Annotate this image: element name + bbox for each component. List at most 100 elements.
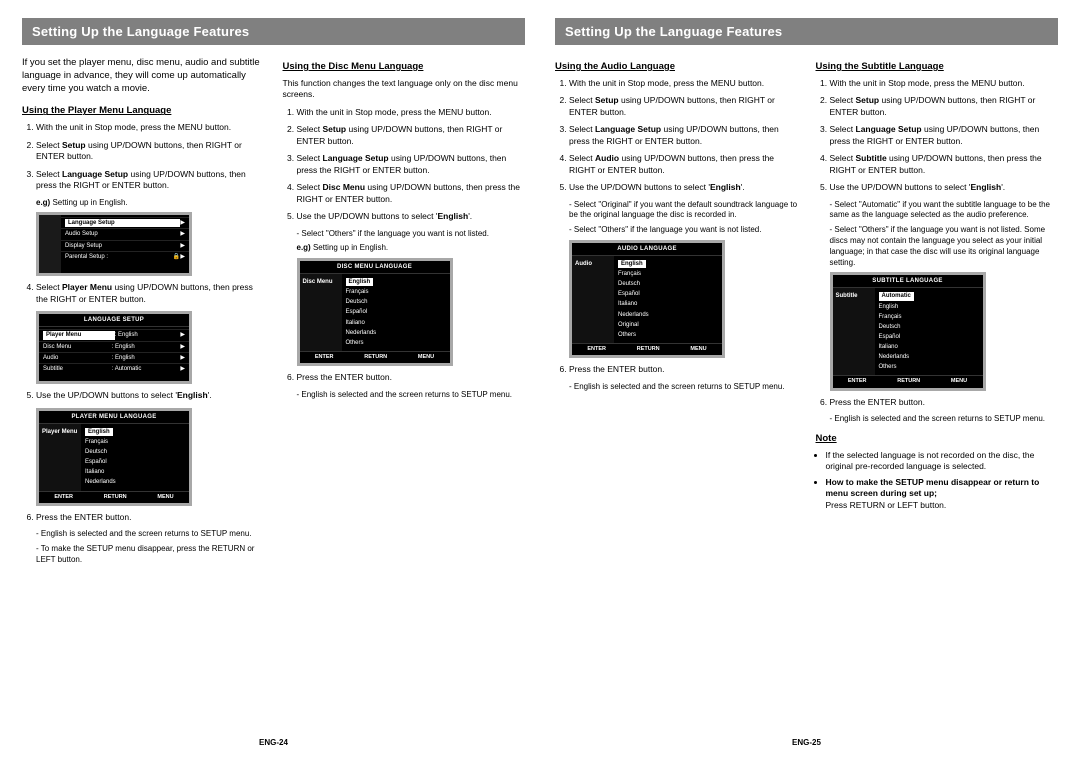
page-right: Setting Up the Language Features Using t… (555, 18, 1058, 747)
lock-icon: 🔒 (173, 253, 180, 261)
osd-opt: Deutsch (85, 447, 185, 457)
t: '. (208, 390, 212, 400)
t: English is selected and the screen retur… (301, 390, 512, 399)
step: Select Setup using UP/DOWN buttons, then… (830, 95, 1059, 118)
t: e.g) (297, 243, 313, 252)
osd-opt: Français (879, 312, 979, 322)
t: Audio (595, 153, 619, 163)
t: Select "Others" if the language you want… (830, 225, 1046, 266)
t: Setup (323, 124, 347, 134)
osd-audio-lang: AUDIO LANGUAGE Audio English Français De… (569, 240, 725, 358)
osd-opt: Français (85, 437, 185, 447)
osd-opt: Deutsch (618, 279, 718, 289)
t: English (177, 390, 208, 400)
osd-foot: MENU (690, 346, 706, 353)
t: '. (741, 182, 745, 192)
osd-player-menu-lang: PLAYER MENU LANGUAGE Player Menu English… (36, 408, 192, 506)
note-item: If the selected language is not recorded… (826, 450, 1059, 473)
step: Select Audio using UP/DOWN buttons, then… (569, 153, 798, 176)
osd-subtitle-lang: SUBTITLE LANGUAGE Subtitle Automatic Eng… (830, 272, 986, 390)
substep: - Select "Automatic" if you want the sub… (830, 200, 1059, 222)
t: Select "Original" if you want the defaul… (569, 200, 797, 220)
osd-opt: Others (618, 330, 718, 340)
t: Select (297, 124, 323, 134)
step: Press the ENTER button. (569, 364, 798, 375)
step: Use the UP/DOWN buttons to select 'Engli… (36, 390, 265, 401)
step: Press the ENTER button. (36, 512, 265, 523)
t: English (710, 182, 741, 192)
t: English is selected and the screen retur… (41, 529, 252, 538)
substep: - English is selected and the screen ret… (36, 529, 265, 540)
page-left: Setting Up the Language Features If you … (22, 18, 525, 747)
osd-title: AUDIO LANGUAGE (572, 243, 722, 256)
t: Setup (595, 95, 619, 105)
osd-foot: ENTER (587, 346, 606, 353)
t: Select (36, 140, 62, 150)
substep: - Select "Others" if the language you wa… (830, 225, 1059, 268)
t: How to make the SETUP menu disappear or … (826, 477, 1040, 498)
substep: - To make the SETUP menu disappear, pres… (36, 544, 265, 566)
osd-opt: Nederlands (879, 352, 979, 362)
osd-foot: RETURN (364, 354, 387, 361)
osd-selected: English (618, 260, 646, 268)
note-item: How to make the SETUP menu disappear or … (826, 477, 1059, 511)
t: Press RETURN or LEFT button. (826, 500, 947, 510)
substep: - Select "Others" if the language you wa… (297, 229, 526, 240)
substep: - English is selected and the screen ret… (569, 382, 798, 393)
t: Disc Menu (323, 182, 366, 192)
osd-opt: Italiano (879, 342, 979, 352)
step: Use the UP/DOWN buttons to select 'Engli… (830, 182, 1059, 193)
t: Setting up in English. (313, 243, 388, 252)
t: Language Setup (595, 124, 661, 134)
substep: - English is selected and the screen ret… (297, 390, 526, 401)
osd-foot: MENU (418, 354, 434, 361)
step: Select Language Setup using UP/DOWN butt… (36, 169, 265, 192)
substep: - English is selected and the screen ret… (830, 414, 1059, 425)
osd-opt: Deutsch (879, 322, 979, 332)
t: Select (297, 182, 323, 192)
step: Select Disc Menu using UP/DOWN buttons, … (297, 182, 526, 205)
osd-val: : Automatic (112, 365, 181, 373)
osd-row: Display Setup (65, 242, 180, 250)
t: Language Setup (323, 153, 389, 163)
t: Setup (856, 95, 880, 105)
osd-opt: Original (618, 320, 718, 330)
osd-opt: Español (879, 332, 979, 342)
col-player-menu: If you set the player menu, disc menu, a… (22, 57, 265, 730)
step: Select Setup using UP/DOWN buttons, then… (297, 124, 526, 147)
t: Language Setup (62, 169, 128, 179)
step: Use the UP/DOWN buttons to select 'Engli… (297, 211, 526, 222)
step: Select Language Setup using UP/DOWN butt… (569, 124, 798, 147)
t: Use the UP/DOWN buttons to select ' (569, 182, 710, 192)
step: With the unit in Stop mode, press the ME… (297, 107, 526, 118)
osd-opt: Others (879, 362, 979, 372)
example-label: e.g) Setting up in English. (297, 243, 526, 254)
osd-row: Player Menu (43, 331, 115, 339)
osd-title: SUBTITLE LANGUAGE (833, 275, 983, 288)
page-title-left: Setting Up the Language Features (22, 18, 525, 45)
lead-text: This function changes the text language … (283, 78, 526, 101)
t: Select "Others" if the language you want… (301, 229, 489, 238)
step: Use the UP/DOWN buttons to select 'Engli… (569, 182, 798, 193)
t: '. (1001, 182, 1005, 192)
osd-opt: Français (346, 287, 446, 297)
t: To make the SETUP menu disappear, press … (36, 544, 254, 564)
osd-foot: RETURN (897, 378, 920, 385)
osd-language-setup: LANGUAGE SETUP Player Menu: English▶ Dis… (36, 311, 192, 384)
note-heading: Note (816, 433, 1059, 446)
step: Select Language Setup using UP/DOWN butt… (830, 124, 1059, 147)
t: Select "Others" if the language you want… (574, 225, 762, 234)
osd-opt: Español (85, 457, 185, 467)
step: With the unit in Stop mode, press the ME… (830, 78, 1059, 89)
col-disc-menu: Using the Disc Menu Language This functi… (283, 57, 526, 730)
example-label: e.g) Setting up in English. (36, 198, 265, 209)
page-number-left: ENG-24 (22, 730, 525, 747)
t: Use the UP/DOWN buttons to select ' (830, 182, 971, 192)
osd-selected: English (346, 278, 374, 286)
osd-row: Subtitle (43, 365, 112, 373)
col-subtitle: Using the Subtitle Language With the uni… (816, 57, 1059, 730)
step: Select Setup using UP/DOWN buttons, then… (36, 140, 265, 163)
step: Select Setup using UP/DOWN buttons, then… (569, 95, 798, 118)
osd-selected: English (85, 428, 113, 436)
t: Select (36, 282, 62, 292)
